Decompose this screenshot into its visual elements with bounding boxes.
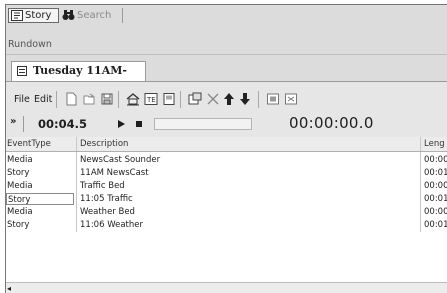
cell-length: 00:01: [424, 194, 447, 204]
column-divider: [76, 152, 77, 232]
cell-length: 00:01: [424, 168, 447, 178]
cell-eventtype: Media: [7, 207, 33, 217]
cell-length: 00:00: [424, 207, 447, 217]
move-up-icon[interactable]: [222, 92, 236, 106]
transport-separator: [23, 116, 24, 132]
save-icon[interactable]: [100, 92, 114, 106]
cell-description: 11:06 Weather: [80, 220, 143, 230]
cell-eventtype: Story: [7, 168, 30, 178]
tab-search-label: Search: [77, 10, 112, 21]
story-icon: [11, 10, 23, 21]
top-tab-bar: Story Search: [6, 5, 447, 25]
tab-story-label: Story: [25, 10, 52, 21]
menu-edit[interactable]: Edit: [34, 93, 52, 107]
grid-icon[interactable]: [266, 92, 280, 106]
stop-icon[interactable]: [136, 121, 142, 127]
tab-search[interactable]: Search: [61, 8, 123, 23]
app-window: Story Search Rundown Tuesday 11AM-Noon F…: [5, 4, 447, 293]
cell-eventtype: Media: [7, 155, 33, 165]
toolbar-separator: [118, 91, 119, 108]
section-label: Rundown: [8, 39, 52, 50]
table-row[interactable]: Media Weather Bed 00:00: [6, 206, 447, 218]
transport-bar: » 00:04.5 00:00:00.0: [6, 114, 447, 134]
binoculars-icon: [62, 10, 75, 20]
home-icon[interactable]: [126, 92, 140, 106]
rundown-icon: [17, 66, 27, 76]
svg-text:TE: TE: [146, 96, 156, 104]
total-time: 00:00:00.0: [289, 114, 374, 132]
properties-icon[interactable]: [188, 92, 202, 106]
elapsed-time: 00:04.5: [38, 117, 87, 131]
divider: [6, 54, 447, 55]
table-row[interactable]: Media Traffic Bed 00:00: [6, 180, 447, 192]
column-header-description[interactable]: Description: [80, 137, 128, 151]
column-header-length[interactable]: Leng: [424, 137, 445, 151]
cell-description: Traffic Bed: [80, 181, 125, 191]
column-divider[interactable]: [76, 137, 77, 151]
rundown-tab[interactable]: Tuesday 11AM-Noon: [11, 61, 146, 95]
cell-eventtype: Story: [6, 193, 74, 205]
page-icon[interactable]: [162, 92, 176, 106]
toolbar-separator: [56, 91, 57, 108]
cell-description: 11AM NewsCast: [80, 168, 149, 178]
toolbar-separator: [180, 91, 181, 108]
tab-separator: [122, 8, 123, 23]
menu-file[interactable]: File: [14, 93, 30, 107]
move-down-icon[interactable]: [238, 92, 252, 106]
new-page-icon[interactable]: [64, 92, 78, 106]
progress-bar[interactable]: [154, 118, 252, 130]
cell-description: 11:05 Traffic: [80, 194, 133, 204]
cell-length: 00:00: [424, 155, 447, 165]
grid-x-icon[interactable]: [284, 92, 298, 106]
text-icon[interactable]: TE: [144, 92, 158, 106]
toolbar-separator: [258, 91, 259, 108]
expand-arrows-icon[interactable]: »: [10, 116, 16, 127]
column-header-eventtype[interactable]: EventType: [7, 137, 51, 151]
table-row[interactable]: Story 11AM NewsCast 00:01: [6, 167, 447, 179]
grid-header: EventType Description Leng: [6, 137, 447, 152]
cell-length: 00:00: [424, 181, 447, 191]
play-icon[interactable]: [118, 120, 125, 128]
cell-eventtype: Story: [7, 220, 30, 230]
rundown-grid: EventType Description Leng Media NewsCas…: [6, 137, 447, 287]
table-row[interactable]: Story 11:06 Weather 00:01: [6, 219, 447, 231]
cell-eventtype: Media: [7, 181, 33, 191]
delete-icon[interactable]: [206, 92, 220, 106]
horizontal-scrollbar[interactable]: ◂: [6, 282, 447, 293]
table-row[interactable]: Media NewsCast Sounder 00:00: [6, 154, 447, 166]
table-row[interactable]: Story 11:05 Traffic 00:01: [6, 193, 447, 205]
cell-description: Weather Bed: [80, 207, 135, 217]
column-divider: [420, 152, 421, 232]
column-divider[interactable]: [420, 137, 421, 151]
tab-story[interactable]: Story: [8, 8, 59, 23]
open-icon[interactable]: [82, 92, 96, 106]
cell-length: 00:01: [424, 220, 447, 230]
cell-description: NewsCast Sounder: [80, 155, 161, 165]
